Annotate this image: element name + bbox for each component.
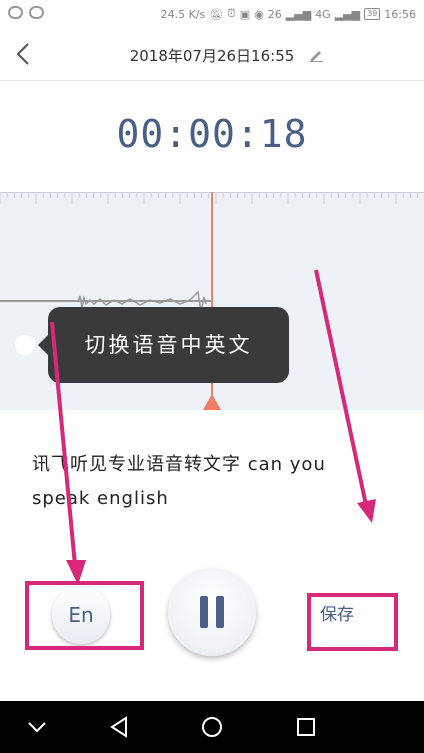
network-speed: 24.5 K/s (160, 7, 206, 21)
nav-hide-icon[interactable] (26, 717, 48, 737)
status-right: 24.5 K/s 🔕︎ ⏰︎ ▣ ◉ 26 ▂▄▆ 4G ▂▄▆ 39 16:5… (161, 7, 416, 21)
recording-timer: 00:00:18 (116, 112, 308, 156)
notification-icon (8, 6, 23, 19)
pause-icon-bar-right (216, 596, 224, 628)
header: 2018年07月26日16:55 (0, 30, 424, 81)
alarm-icon: ⏰︎ (227, 7, 236, 20)
mute-icon: 🔕︎ (209, 7, 224, 21)
nav-home-icon[interactable] (200, 715, 224, 739)
signal-4g: 4G (315, 7, 331, 21)
clock: 16:56 (384, 7, 416, 21)
tooltip-anchor-dot (15, 335, 35, 355)
transcript-fade (0, 410, 424, 456)
pencil-icon (310, 51, 323, 62)
edit-title-button[interactable] (309, 47, 323, 62)
nav-recents-icon[interactable] (295, 716, 317, 738)
page-title: 2018年07月26日16:55 (129, 47, 295, 65)
pause-button[interactable] (168, 568, 256, 656)
signal-26: 26 (267, 7, 282, 21)
nav-back-icon[interactable] (108, 715, 130, 739)
playhead-marker[interactable] (203, 394, 221, 410)
hd-icon: ▣ (239, 7, 251, 21)
annotation-box-language (25, 581, 144, 650)
tooltip-text: 切换语音中英文 (84, 333, 253, 357)
save-button[interactable]: 保存 (320, 600, 354, 625)
chat-icon (29, 6, 44, 19)
pause-icon-bar-left (200, 596, 208, 628)
status-bar: 24.5 K/s 🔕︎ ⏰︎ ▣ ◉ 26 ▂▄▆ 4G ▂▄▆ 39 16:5… (0, 0, 424, 30)
transcript-text: 讯飞听见专业语音转文字 can you speak english (32, 454, 326, 509)
battery-icon: 39 (364, 8, 381, 20)
eye-icon: ◉ (254, 7, 264, 21)
system-nav-bar (0, 701, 424, 753)
signal-icon-2: ▂▄▆ (334, 7, 361, 21)
signal-icon: ▂▄▆ (285, 7, 312, 21)
notification-icons (8, 6, 44, 19)
